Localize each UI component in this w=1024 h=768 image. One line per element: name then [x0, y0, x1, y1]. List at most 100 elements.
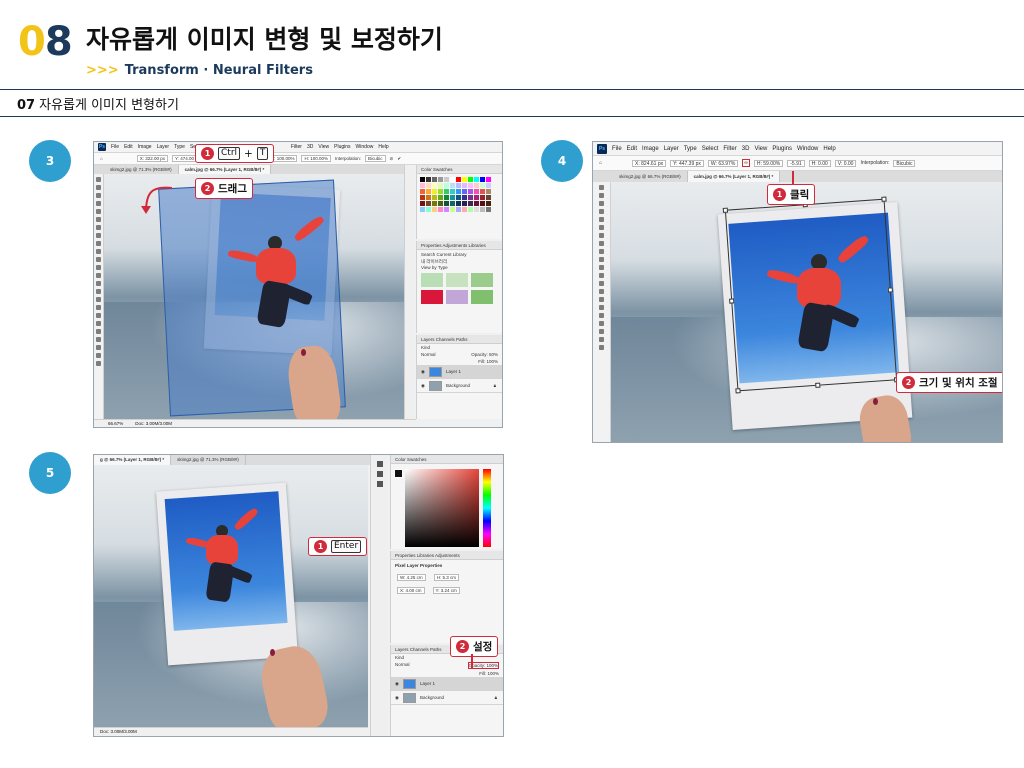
swatch[interactable]	[468, 183, 473, 188]
document-canvas[interactable]	[611, 182, 1002, 442]
path-select-tool-icon[interactable]	[96, 313, 101, 318]
swatch[interactable]	[486, 177, 491, 182]
menu-image[interactable]: Image	[138, 144, 152, 150]
commit-transform-icon[interactable]: ✔	[397, 156, 401, 162]
home-icon[interactable]: ⌂	[100, 156, 103, 161]
menu-edit[interactable]: Edit	[627, 146, 637, 152]
w-field[interactable]: W: 63.97%	[707, 159, 739, 167]
tab-calm[interactable]: calm.jpg @ 66.7% (Layer 1, RGB/8#) *	[687, 171, 781, 182]
menu-file[interactable]: File	[111, 144, 119, 150]
gradient-tool-icon[interactable]	[96, 273, 101, 278]
fill-field[interactable]: Fill: 100%	[391, 670, 503, 677]
swatch[interactable]	[420, 207, 425, 212]
swatch[interactable]	[480, 183, 485, 188]
menu-plugins[interactable]: Plugins	[334, 144, 350, 150]
blur-tool-icon[interactable]	[599, 289, 604, 294]
transform-handle[interactable]	[815, 382, 821, 388]
shape-tool-icon[interactable]	[599, 329, 604, 334]
swatch[interactable]	[444, 183, 449, 188]
angle-field[interactable]: -5.91	[787, 159, 805, 167]
swatch[interactable]	[462, 207, 467, 212]
swatch[interactable]	[450, 189, 455, 194]
adjust-icon[interactable]	[376, 481, 383, 487]
dodge-tool-icon[interactable]	[599, 297, 604, 302]
swatch[interactable]	[426, 195, 431, 200]
brush-tool-icon[interactable]	[599, 249, 604, 254]
swatch[interactable]	[468, 177, 473, 182]
type-tool-icon[interactable]	[599, 313, 604, 318]
menu-type[interactable]: Type	[174, 144, 185, 150]
swatch[interactable]	[420, 189, 425, 194]
history-brush-tool-icon[interactable]	[96, 257, 101, 262]
swatch[interactable]	[456, 201, 461, 206]
type-tool-icon[interactable]	[96, 305, 101, 310]
hand-tool-icon[interactable]	[96, 329, 101, 334]
pen-tool-icon[interactable]	[599, 305, 604, 310]
transform-handle[interactable]	[729, 298, 735, 304]
y-field[interactable]: Y: 447.39 px	[670, 159, 704, 167]
swatch[interactable]	[432, 183, 437, 188]
eyedropper-tool-icon[interactable]	[599, 233, 604, 238]
layer-row[interactable]: ◉ Layer 1	[417, 365, 502, 379]
swatch[interactable]	[426, 177, 431, 182]
width-field[interactable]: W: 4.25 cm	[397, 574, 426, 581]
healing-tool-icon[interactable]	[96, 233, 101, 238]
layer-filter-select[interactable]: Kind	[417, 344, 502, 351]
swatch[interactable]	[438, 195, 443, 200]
swatch[interactable]	[426, 183, 431, 188]
library-color-5[interactable]	[446, 290, 468, 304]
swatch[interactable]	[438, 177, 443, 182]
swatch[interactable]	[474, 207, 479, 212]
swatch[interactable]	[444, 201, 449, 206]
swatch[interactable]	[444, 207, 449, 212]
eye-icon[interactable]: ◉	[421, 369, 425, 375]
swatch[interactable]	[486, 189, 491, 194]
swatch[interactable]	[474, 183, 479, 188]
menu-file[interactable]: File	[612, 146, 622, 152]
menu-layer[interactable]: Layer	[664, 146, 679, 152]
cancel-transform-icon[interactable]: ⊘	[390, 156, 394, 162]
swatch[interactable]	[420, 177, 425, 182]
frame-tool-icon[interactable]	[96, 217, 101, 222]
eye-icon[interactable]: ◉	[421, 383, 425, 389]
menu-layer[interactable]: Layer	[157, 144, 170, 150]
swatch[interactable]	[438, 189, 443, 194]
swatch[interactable]	[486, 195, 491, 200]
swatch[interactable]	[456, 195, 461, 200]
swatch[interactable]	[444, 195, 449, 200]
swatch[interactable]	[468, 201, 473, 206]
marquee-tool-icon[interactable]	[599, 193, 604, 198]
height-field[interactable]: H: 5.3 cm	[433, 574, 459, 581]
move-tool-icon[interactable]	[96, 177, 101, 182]
menu-help[interactable]: Help	[378, 144, 388, 150]
swatch[interactable]	[450, 177, 455, 182]
swatch[interactable]	[432, 189, 437, 194]
menu-view[interactable]: View	[318, 144, 329, 150]
swatch[interactable]	[420, 183, 425, 188]
menu-filter[interactable]: Filter	[723, 146, 736, 152]
menu-image[interactable]: Image	[642, 146, 659, 152]
eraser-tool-icon[interactable]	[599, 273, 604, 278]
swatch[interactable]	[468, 207, 473, 212]
swatch[interactable]	[486, 201, 491, 206]
eyedropper-tool-icon[interactable]	[96, 225, 101, 230]
tab-skimg2[interactable]: skimg2.jpg @ 71.3% (RGB/8#)	[171, 455, 246, 465]
swatch[interactable]	[426, 207, 431, 212]
fill-field[interactable]: Fill: 100%	[417, 358, 502, 365]
libraries-panel-tabs[interactable]: Properties Adjustments Libraries	[417, 241, 502, 250]
swatch[interactable]	[474, 195, 479, 200]
transform-handle[interactable]	[881, 196, 887, 202]
library-color-6[interactable]	[471, 290, 493, 304]
stamp-tool-icon[interactable]	[599, 257, 604, 262]
swatch[interactable]	[480, 177, 485, 182]
library-color-1[interactable]	[421, 273, 443, 287]
skew-h-field[interactable]: H: 0.00	[808, 159, 831, 167]
y-position-field[interactable]: Y: 3.24 cm	[432, 587, 460, 594]
history-icon[interactable]	[376, 471, 383, 477]
swatch[interactable]	[480, 207, 485, 212]
swatch[interactable]	[432, 195, 437, 200]
zoom-tool-icon[interactable]	[599, 345, 604, 350]
home-icon[interactable]: ⌂	[599, 160, 602, 166]
eraser-tool-icon[interactable]	[96, 265, 101, 270]
swatch[interactable]	[450, 201, 455, 206]
